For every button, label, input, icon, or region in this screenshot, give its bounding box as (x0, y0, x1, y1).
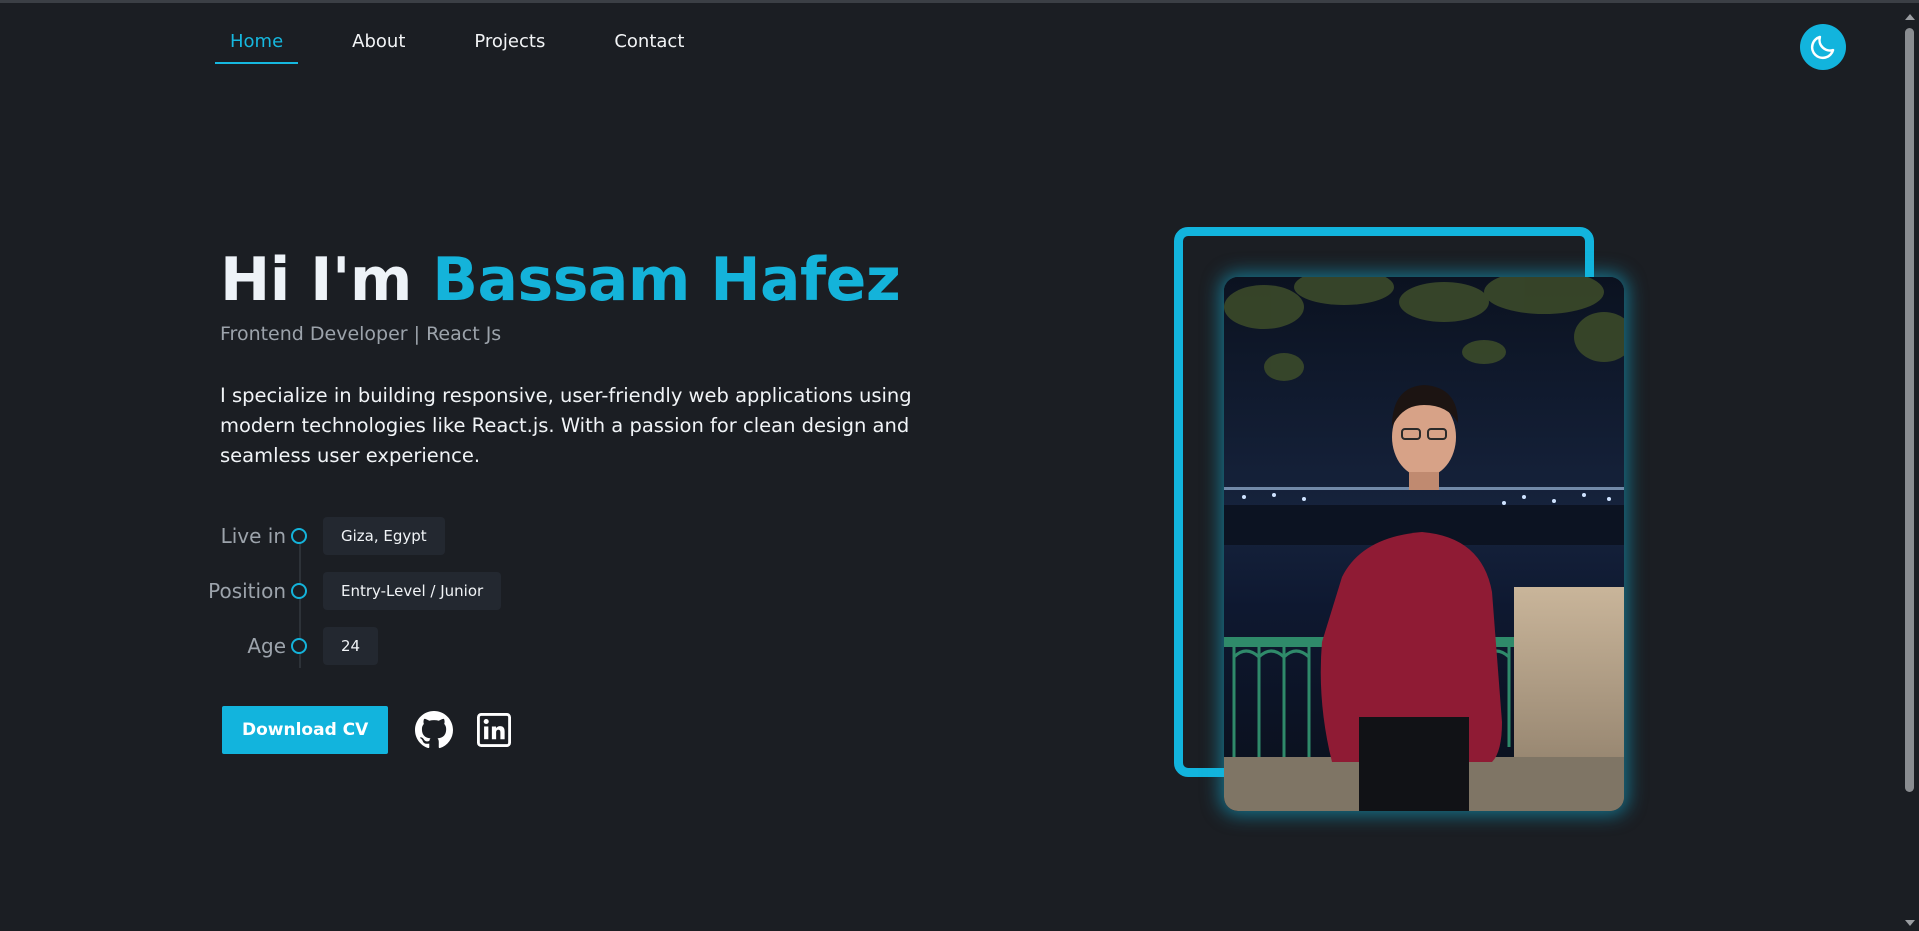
timeline-dot (291, 582, 307, 599)
info-value: Entry-Level / Junior (323, 571, 502, 610)
github-icon (415, 711, 454, 749)
profile-photo (1224, 277, 1624, 811)
linkedin-icon (477, 713, 512, 747)
nav-item-projects[interactable]: Projects (459, 31, 560, 64)
hero-description: I specialize in building responsive, use… (220, 384, 912, 467)
nav-item-about[interactable]: About (337, 31, 420, 64)
linkedin-link[interactable] (474, 710, 514, 750)
info-value: Giza, Egypt (323, 516, 445, 555)
info-label: Age (247, 633, 286, 658)
page-scrollbar[interactable] (1900, 6, 1919, 931)
info-row-position: Position Entry-Level / Junior (190, 563, 590, 618)
timeline-dot (291, 637, 307, 654)
hero-greeting: Hi I'm (220, 245, 412, 315)
profile-photo-illustration (1224, 277, 1624, 811)
info-label: Live in (220, 523, 286, 548)
hero-subtitle: Frontend Developer | React Js (220, 323, 502, 345)
hero-actions: Download CV (222, 706, 514, 754)
nav-item-contact[interactable]: Contact (599, 31, 699, 64)
hero-title: Hi I'm Bassam Hafez (220, 243, 901, 317)
nav-item-home[interactable]: Home (215, 31, 299, 64)
scroll-thumb[interactable] (1905, 28, 1914, 792)
theme-toggle-button[interactable] (1800, 24, 1846, 70)
info-timeline: Live in Giza, Egypt Position Entry-Level… (190, 508, 590, 673)
info-row-age: Age 24 (190, 618, 590, 673)
hero-name: Bassam Hafez (432, 245, 901, 315)
github-link[interactable] (414, 710, 454, 750)
main-nav: Home About Projects Contact (215, 31, 738, 64)
moon-icon (1810, 35, 1835, 60)
info-label: Position (208, 578, 286, 603)
download-cv-button[interactable]: Download CV (222, 706, 389, 754)
page: Home About Projects Contact Hi I'm Bassa… (0, 0, 1919, 931)
info-value: 24 (323, 626, 379, 665)
scroll-down-arrow-icon[interactable] (1905, 920, 1915, 926)
timeline-dot (291, 527, 307, 544)
scroll-up-arrow-icon[interactable] (1905, 14, 1915, 20)
info-row-location: Live in Giza, Egypt (190, 508, 590, 563)
